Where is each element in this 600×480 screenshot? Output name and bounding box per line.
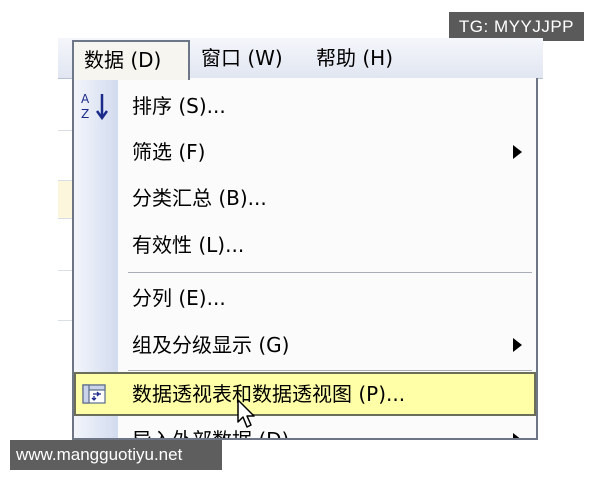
mouse-pointer-icon xyxy=(237,399,255,428)
menu-item-label: 筛选 (F) xyxy=(132,140,206,164)
sheet-selected-row xyxy=(58,180,72,218)
sheet-gridline xyxy=(58,130,72,131)
menu-item-label: 导入外部数据 (D) xyxy=(132,428,290,440)
menu-separator xyxy=(128,370,532,371)
menu-item-sort[interactable]: A Z 排序 (S)... xyxy=(74,84,536,128)
menu-item-label: 分类汇总 (B)... xyxy=(132,186,267,210)
submenu-arrow-icon xyxy=(513,338,522,352)
menu-item-filter[interactable]: 筛选 (F) xyxy=(74,130,536,174)
sheet-column-strip xyxy=(58,79,73,439)
menu-help[interactable]: 帮助 (H) xyxy=(316,38,393,78)
menu-item-import-external-data[interactable]: 导入外部数据 (D) xyxy=(74,418,536,440)
menu-item-validation[interactable]: 有效性 (L)... xyxy=(74,223,536,267)
menu-data[interactable]: 数据 (D) xyxy=(72,40,190,80)
menu-item-subtotals[interactable]: 分类汇总 (B)... xyxy=(74,176,536,220)
menu-item-label: 分列 (E)... xyxy=(132,286,226,310)
sheet-gridline xyxy=(58,270,72,271)
menu-item-group-outline[interactable]: 组及分级显示 (G) xyxy=(74,323,536,367)
menu-item-pivot-table[interactable]: 数据透视表和数据透视图 (P)... xyxy=(74,372,536,416)
menu-item-label: 有效性 (L)... xyxy=(132,233,245,257)
pivot-table-icon xyxy=(82,384,106,404)
submenu-arrow-icon xyxy=(513,433,522,438)
watermark-website: www.mangguotiyu.net xyxy=(10,440,222,470)
menu-bar: 数据 (D) 窗口 (W) 帮助 (H) xyxy=(58,38,543,80)
menu-item-label: 组及分级显示 (G) xyxy=(132,333,290,357)
sheet-gridline xyxy=(58,180,72,181)
sheet-gridline xyxy=(58,218,72,219)
sheet-gridline xyxy=(58,320,72,321)
menu-separator xyxy=(128,272,532,273)
svg-text:Z: Z xyxy=(81,107,89,121)
menu-item-label: 排序 (S)... xyxy=(132,94,226,118)
menu-item-label: 数据透视表和数据透视图 (P)... xyxy=(132,382,406,406)
submenu-arrow-icon xyxy=(513,145,522,159)
svg-text:A: A xyxy=(81,92,90,106)
sort-ascending-icon: A Z xyxy=(81,92,109,121)
menu-item-text-to-columns[interactable]: 分列 (E)... xyxy=(74,276,536,320)
menu-window[interactable]: 窗口 (W) xyxy=(201,38,283,78)
watermark-telegram: TG: MYYJJPP xyxy=(448,12,584,41)
data-menu-dropdown: A Z 排序 (S)... 筛选 (F) 分类汇总 (B)... 有效性 (L)… xyxy=(72,78,538,440)
